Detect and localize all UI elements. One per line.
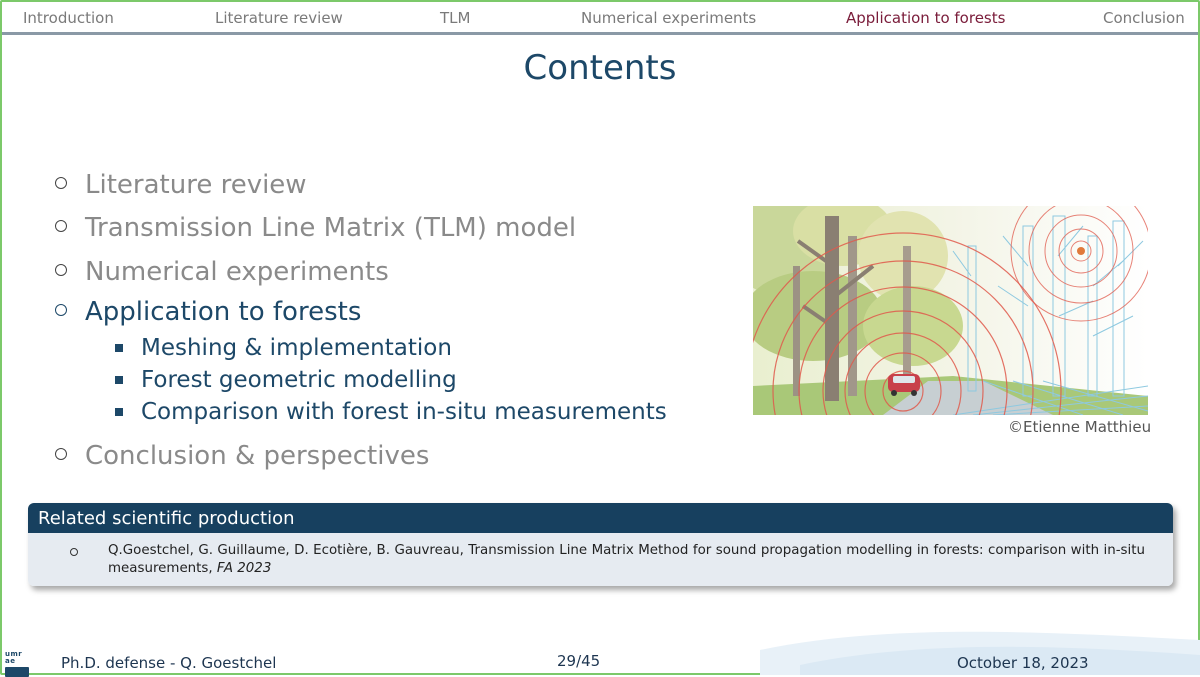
footer-author: Ph.D. defense - Q. Goestchel	[61, 654, 277, 672]
bullet-circle-icon	[55, 219, 67, 232]
publication-reference: Q.Goestchel, G. Guillaume, D. Ecotière, …	[108, 543, 1145, 576]
publication-venue: FA 2023	[216, 561, 272, 576]
bullet-square-icon	[115, 376, 123, 384]
nav-tlm[interactable]: TLM	[440, 9, 470, 27]
bullet-square-icon	[115, 344, 123, 352]
toc-subitem-forest-modelling[interactable]: Forest geometric modelling	[115, 367, 457, 393]
toc-item-numerical-experiments[interactable]: Numerical experiments	[55, 257, 389, 287]
toc-subitem-meshing[interactable]: Meshing & implementation	[115, 335, 452, 361]
bullet-circle-icon	[55, 263, 67, 276]
figure-credit: ©Etienne Matthieu	[1008, 418, 1152, 436]
nav-numerical-experiments[interactable]: Numerical experiments	[581, 9, 756, 27]
bullet-circle-icon	[55, 303, 67, 316]
nav-introduction[interactable]: Introduction	[23, 9, 114, 27]
toc-item-tlm-model[interactable]: Transmission Line Matrix (TLM) model	[55, 213, 576, 243]
slide-title: Contents	[523, 48, 677, 88]
nav-conclusion[interactable]: Conclusion	[1103, 9, 1185, 27]
bullet-circle-icon	[55, 176, 67, 189]
bullet-circle-icon	[70, 548, 78, 556]
section-navigation: Introduction Literature review TLM Numer…	[2, 2, 1198, 35]
toc-subitem-comparison-measurements[interactable]: Comparison with forest in-situ measureme…	[115, 399, 667, 425]
footer-date: October 18, 2023	[957, 654, 1089, 672]
umr-ae-logo: umr ae	[5, 651, 29, 677]
box-body: Q.Goestchel, G. Guillaume, D. Ecotière, …	[28, 533, 1173, 586]
bullet-square-icon	[115, 408, 123, 416]
bullet-circle-icon	[55, 447, 67, 460]
toc-item-literature-review[interactable]: Literature review	[55, 170, 307, 200]
forest-sound-illustration	[753, 206, 1148, 415]
toc-item-conclusion[interactable]: Conclusion & perspectives	[55, 441, 429, 471]
related-production-box: Related scientific production Q.Goestche…	[28, 503, 1173, 586]
footer-page-number: 29/45	[557, 652, 601, 670]
nav-application-to-forests[interactable]: Application to forests	[846, 9, 1005, 27]
nav-literature-review[interactable]: Literature review	[215, 9, 343, 27]
box-header: Related scientific production	[28, 503, 1173, 533]
toc-item-application-to-forests[interactable]: Application to forests	[55, 297, 361, 327]
